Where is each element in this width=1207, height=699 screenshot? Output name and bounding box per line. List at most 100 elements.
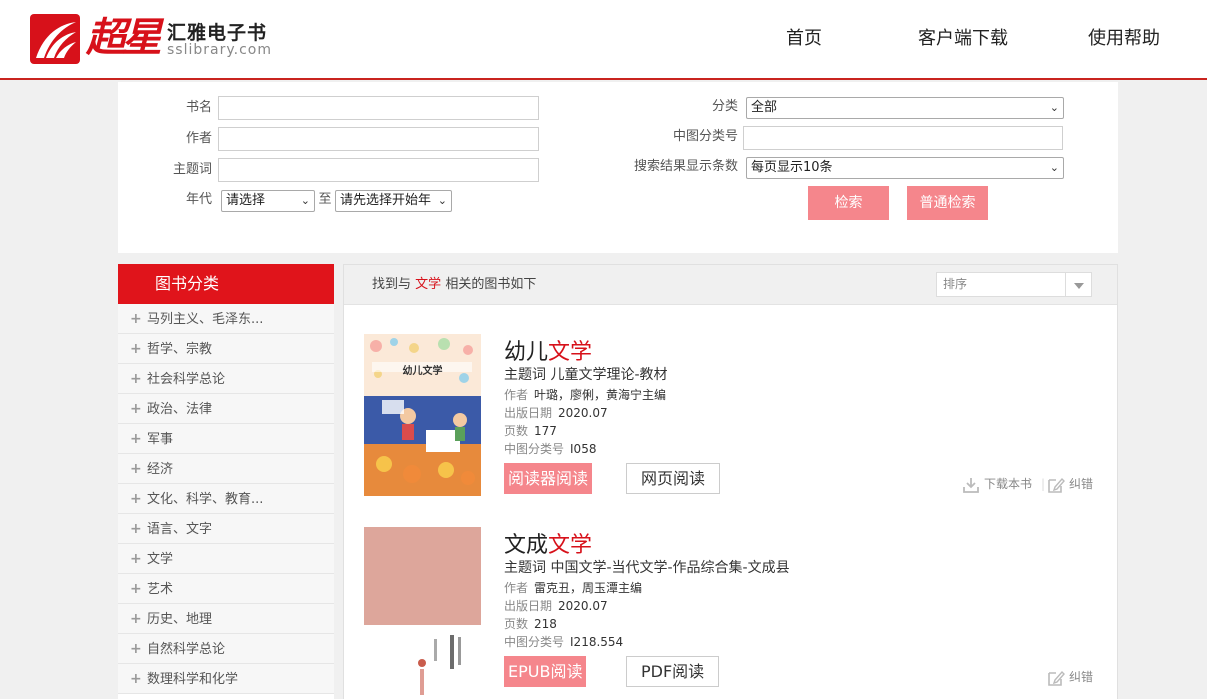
sidebar-category-label: 艺术 — [147, 582, 174, 597]
expand-plus-icon[interactable]: + — [130, 304, 142, 333]
sidebar-category-item[interactable]: + 哲学、宗教 — [118, 334, 334, 364]
nav-client-download[interactable]: 客户端下载 — [918, 0, 1008, 78]
pages-value: 218 — [534, 617, 557, 631]
logo-product-name: 汇雅电子书 — [167, 22, 268, 44]
expand-plus-icon[interactable]: + — [130, 454, 142, 483]
results-summary: 找到与 文学 相关的图书如下 — [372, 265, 536, 305]
year-label: 年代 — [185, 192, 212, 207]
book-date: 出版日期 2020.07 — [504, 597, 608, 614]
sidebar-category-item[interactable]: + 历史、地理 — [118, 604, 334, 634]
sidebar-category-item[interactable]: + 语言、文字 — [118, 514, 334, 544]
edit-icon — [1048, 477, 1065, 493]
book-name-input[interactable] — [218, 96, 539, 120]
chevron-down-icon — [1065, 273, 1091, 296]
expand-plus-icon[interactable]: + — [130, 574, 142, 603]
correct-error-link[interactable]: 纠错 — [1047, 474, 1093, 494]
date-label: 出版日期 — [504, 406, 553, 420]
year-to-value: 请先选择开始年 — [340, 193, 432, 208]
clc-input[interactable] — [743, 126, 1063, 150]
sidebar-category-item[interactable]: + 军事 — [118, 424, 334, 454]
expand-plus-icon[interactable]: + — [130, 514, 142, 543]
search-button[interactable]: 检索 — [808, 186, 889, 220]
pdf-read-button[interactable]: PDF阅读 — [626, 656, 720, 687]
clc-label: 中图分类号 — [672, 129, 738, 144]
book-date: 出版日期 2020.07 — [504, 404, 608, 421]
book-cover-image[interactable]: 幼儿文学 — [364, 334, 481, 496]
results-header: 找到与 文学 相关的图书如下 排序 — [344, 265, 1117, 305]
epub-read-button[interactable]: EPUB阅读 — [504, 656, 587, 687]
sidebar-title: 图书分类 — [118, 264, 334, 304]
sidebar-category-label: 语言、文字 — [147, 522, 213, 537]
sidebar-category-label: 马列主义、毛泽东... — [147, 312, 264, 327]
sort-dropdown[interactable]: 排序 — [936, 272, 1092, 297]
found-prefix: 找到与 — [372, 277, 412, 292]
sidebar-category-label: 军事 — [147, 432, 174, 447]
category-label: 分类 — [711, 99, 738, 114]
found-keyword: 文学 — [415, 277, 442, 292]
expand-plus-icon[interactable]: + — [130, 364, 142, 393]
reader-read-button[interactable]: 阅读器阅读 — [504, 463, 593, 494]
correct-error-link[interactable]: 纠错 — [1047, 667, 1093, 687]
nav-help[interactable]: 使用帮助 — [1088, 0, 1160, 78]
book-name-label: 书名 — [185, 100, 212, 115]
expand-plus-icon[interactable]: + — [130, 604, 142, 633]
web-read-button[interactable]: 网页阅读 — [626, 463, 721, 494]
expand-plus-icon[interactable]: + — [130, 544, 142, 573]
expand-plus-icon[interactable]: + — [130, 634, 142, 663]
sort-placeholder: 排序 — [943, 277, 968, 291]
book-cover-image[interactable] — [364, 527, 481, 697]
normal-search-button[interactable]: 普通检索 — [907, 186, 988, 220]
chevron-down-icon: ⌄ — [1049, 161, 1059, 174]
book-clc: 中图分类号 I058 — [504, 440, 596, 457]
book-clc: 中图分类号 I218.554 — [504, 633, 623, 650]
expand-plus-icon[interactable]: + — [130, 664, 142, 693]
book-item: 幼儿文学 幼儿文学 主题词 儿童文学理论-教材 作者 叶璐，廖俐，黄海宁主编 出版… — [344, 306, 1117, 496]
page-size-label: 搜索结果显示条数 — [633, 159, 738, 174]
category-select[interactable]: 全部 ⌄ — [746, 97, 1064, 119]
page-size-select[interactable]: 每页显示10条 ⌄ — [746, 157, 1064, 179]
site-logo[interactable]: 超星 汇雅电子书 sslibrary.com — [30, 12, 272, 68]
sidebar-category-item[interactable]: + 经济 — [118, 454, 334, 484]
expand-plus-icon[interactable]: + — [130, 334, 142, 363]
chevron-down-icon: ⌄ — [437, 194, 447, 207]
chevron-down-icon: ⌄ — [300, 194, 310, 207]
correct-label: 纠错 — [1069, 670, 1094, 684]
download-book-link[interactable]: 下载本书 — [962, 474, 1032, 494]
year-to-select[interactable]: 请先选择开始年 ⌄ — [335, 190, 452, 212]
site-header: 超星 汇雅电子书 sslibrary.com 首页 客户端下载 使用帮助 — [0, 0, 1207, 80]
sidebar-category-item[interactable]: + 文化、科学、教育... — [118, 484, 334, 514]
results-panel: 找到与 文学 相关的图书如下 排序 幼儿文学 幼儿文学 主题词 儿童文学理论-教… — [343, 264, 1118, 699]
sidebar-category-item[interactable]: + 政治、法律 — [118, 394, 334, 424]
advanced-search-panel: 书名 作者 主题词 年代 请选择 ⌄ 至 请先选择开始年 ⌄ 分类 全部 ⌄ 中… — [118, 82, 1118, 253]
keyword-input[interactable] — [218, 158, 539, 182]
correct-label: 纠错 — [1069, 477, 1094, 491]
nav-home[interactable]: 首页 — [786, 0, 822, 78]
logo-url: sslibrary.com — [167, 42, 272, 58]
sidebar-category-label: 社会科学总论 — [147, 372, 226, 387]
sidebar-category-item[interactable]: + 数理科学和化学 — [118, 664, 334, 694]
author-value: 叶璐，廖俐，黄海宁主编 — [534, 388, 667, 402]
book-item: 文成文学 主题词 中国文学-当代文学-作品综合集-文成县 作者 雷克丑，周玉潭主编… — [344, 499, 1117, 699]
logo-chinese-mark: 超星 — [86, 14, 162, 61]
sidebar-category-item[interactable]: + 自然科学总论 — [118, 634, 334, 664]
year-from-select[interactable]: 请选择 ⌄ — [221, 190, 315, 212]
sidebar-category-item[interactable]: + 社会科学总论 — [118, 364, 334, 394]
expand-plus-icon[interactable]: + — [130, 394, 142, 423]
expand-plus-icon[interactable]: + — [130, 484, 142, 513]
sidebar-category-item[interactable]: + 文学 — [118, 544, 334, 574]
date-value: 2020.07 — [558, 406, 608, 420]
sidebar-category-label: 历史、地理 — [147, 612, 213, 627]
sidebar-category-item[interactable]: + 马列主义、毛泽东... — [118, 304, 334, 334]
category-value: 全部 — [751, 100, 778, 115]
cover-title: 幼儿文学 — [402, 366, 443, 377]
sidebar-list: + 马列主义、毛泽东... + 哲学、宗教 + 社会科学总论 + 政治、法律 + 军事 + 经济 + 文化… — [118, 304, 334, 694]
found-suffix: 相关的图书如下 — [445, 277, 537, 292]
author-input[interactable] — [218, 127, 539, 151]
sidebar-category-item[interactable]: + 艺术 — [118, 574, 334, 604]
book-title-link[interactable]: 幼儿文学 — [504, 334, 592, 366]
sidebar-category-label: 政治、法律 — [147, 402, 213, 417]
book-title-keyword: 文学 — [548, 533, 593, 558]
book-title-link[interactable]: 文成文学 — [504, 527, 592, 559]
expand-plus-icon[interactable]: + — [130, 424, 142, 453]
book-title-text: 幼儿 — [504, 340, 549, 365]
